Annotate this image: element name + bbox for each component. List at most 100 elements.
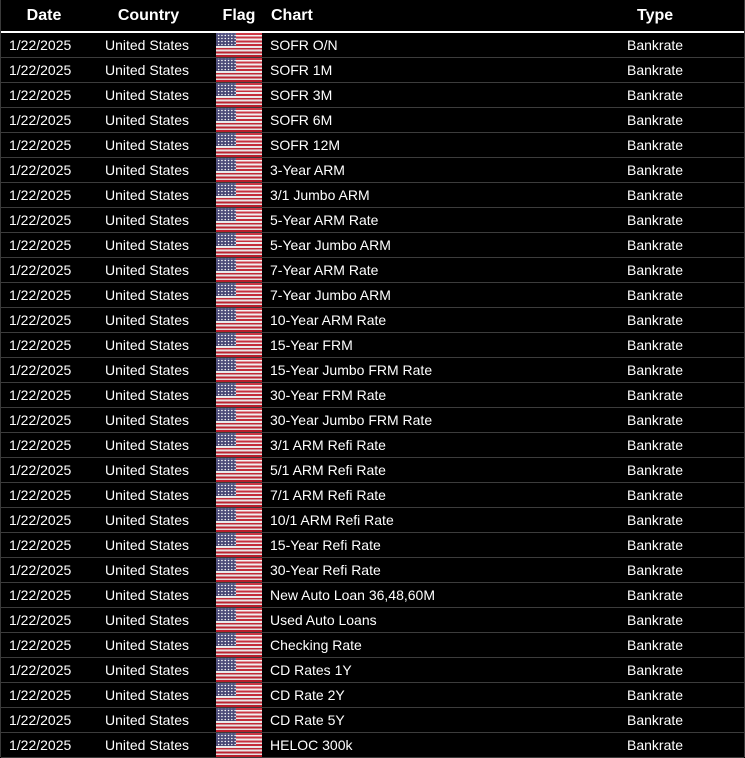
date-cell[interactable]: 1/22/2025 (9, 283, 99, 307)
table-row[interactable]: 1/22/2025 United States SOFR 3M Bankrate (1, 83, 744, 108)
date-cell[interactable]: 1/22/2025 (9, 358, 99, 382)
flag-cell[interactable] (215, 383, 263, 407)
country-cell[interactable]: United States (105, 433, 213, 457)
date-cell[interactable]: 1/22/2025 (9, 333, 99, 357)
table-row[interactable]: 1/22/2025 United States CD Rate 5Y Bankrate (1, 708, 744, 733)
flag-cell[interactable] (215, 158, 263, 182)
header-chart[interactable]: Chart (271, 0, 611, 31)
chart-name-cell[interactable]: SOFR 6M (270, 108, 610, 132)
date-cell[interactable]: 1/22/2025 (9, 508, 99, 532)
date-cell[interactable]: 1/22/2025 (9, 708, 99, 732)
table-row[interactable]: 1/22/2025 United States 30-Year Refi Rate B… (1, 558, 744, 583)
type-cell[interactable]: Bankrate (627, 708, 739, 732)
type-cell[interactable]: Bankrate (627, 383, 739, 407)
date-cell[interactable]: 1/22/2025 (9, 108, 99, 132)
table-row[interactable]: 1/22/2025 United States 30-Year Jumbo FRM … (1, 408, 744, 433)
table-row[interactable]: 1/22/2025 United States 15-Year Jumbo FRM … (1, 358, 744, 383)
country-cell[interactable]: United States (105, 283, 213, 307)
country-cell[interactable]: United States (105, 233, 213, 257)
flag-cell[interactable] (215, 658, 263, 682)
chart-name-cell[interactable]: SOFR 1M (270, 58, 610, 82)
date-cell[interactable]: 1/22/2025 (9, 133, 99, 157)
chart-name-cell[interactable]: 3/1 ARM Refi Rate (270, 433, 610, 457)
chart-name-cell[interactable]: 15-Year Jumbo FRM Rate (270, 358, 610, 382)
table-row[interactable]: 1/22/2025 United States 7/1 ARM Refi Rate B… (1, 483, 744, 508)
date-cell[interactable]: 1/22/2025 (9, 383, 99, 407)
header-country[interactable]: Country (101, 0, 196, 31)
chart-name-cell[interactable]: CD Rate 2Y (270, 683, 610, 707)
type-cell[interactable]: Bankrate (627, 333, 739, 357)
country-cell[interactable]: United States (105, 133, 213, 157)
table-row[interactable]: 1/22/2025 United States CD Rates 1Y Bankrat… (1, 658, 744, 683)
chart-name-cell[interactable]: 7/1 ARM Refi Rate (270, 483, 610, 507)
chart-name-cell[interactable]: 15-Year Refi Rate (270, 533, 610, 557)
table-row[interactable]: 1/22/2025 United States SOFR 12M Bankrate (1, 133, 744, 158)
country-cell[interactable]: United States (105, 408, 213, 432)
country-cell[interactable]: United States (105, 583, 213, 607)
country-cell[interactable]: United States (105, 258, 213, 282)
type-cell[interactable]: Bankrate (627, 508, 739, 532)
type-cell[interactable]: Bankrate (627, 733, 739, 757)
chart-name-cell[interactable]: 30-Year Refi Rate (270, 558, 610, 582)
country-cell[interactable]: United States (105, 358, 213, 382)
header-flag[interactable]: Flag (215, 0, 263, 31)
type-cell[interactable]: Bankrate (627, 433, 739, 457)
type-cell[interactable]: Bankrate (627, 283, 739, 307)
table-row[interactable]: 1/22/2025 United States 3/1 Jumbo ARM Bankr… (1, 183, 744, 208)
type-cell[interactable]: Bankrate (627, 583, 739, 607)
chart-name-cell[interactable]: 7-Year ARM Rate (270, 258, 610, 282)
flag-cell[interactable] (215, 533, 263, 557)
country-cell[interactable]: United States (105, 633, 213, 657)
chart-name-cell[interactable]: SOFR 3M (270, 83, 610, 107)
type-cell[interactable]: Bankrate (627, 108, 739, 132)
date-cell[interactable]: 1/22/2025 (9, 608, 99, 632)
chart-name-cell[interactable]: 3-Year ARM (270, 158, 610, 182)
type-cell[interactable]: Bankrate (627, 458, 739, 482)
date-cell[interactable]: 1/22/2025 (9, 408, 99, 432)
flag-cell[interactable] (215, 283, 263, 307)
country-cell[interactable]: United States (105, 458, 213, 482)
chart-name-cell[interactable]: SOFR O/N (270, 33, 610, 57)
type-cell[interactable]: Bankrate (627, 208, 739, 232)
type-cell[interactable]: Bankrate (627, 233, 739, 257)
date-cell[interactable]: 1/22/2025 (9, 533, 99, 557)
flag-cell[interactable] (215, 83, 263, 107)
chart-name-cell[interactable]: HELOC 300k (270, 733, 610, 757)
country-cell[interactable]: United States (105, 483, 213, 507)
type-cell[interactable]: Bankrate (627, 358, 739, 382)
country-cell[interactable]: United States (105, 533, 213, 557)
date-cell[interactable]: 1/22/2025 (9, 308, 99, 332)
chart-name-cell[interactable]: 10-Year ARM Rate (270, 308, 610, 332)
flag-cell[interactable] (215, 458, 263, 482)
flag-cell[interactable] (215, 433, 263, 457)
date-cell[interactable]: 1/22/2025 (9, 458, 99, 482)
country-cell[interactable]: United States (105, 83, 213, 107)
date-cell[interactable]: 1/22/2025 (9, 233, 99, 257)
chart-name-cell[interactable]: 30-Year FRM Rate (270, 383, 610, 407)
flag-cell[interactable] (215, 483, 263, 507)
type-cell[interactable]: Bankrate (627, 58, 739, 82)
date-cell[interactable]: 1/22/2025 (9, 483, 99, 507)
type-cell[interactable]: Bankrate (627, 133, 739, 157)
table-row[interactable]: 1/22/2025 United States 15-Year FRM Bankrat… (1, 333, 744, 358)
date-cell[interactable]: 1/22/2025 (9, 633, 99, 657)
table-row[interactable]: 1/22/2025 United States 5/1 ARM Refi Rate B… (1, 458, 744, 483)
country-cell[interactable]: United States (105, 683, 213, 707)
date-cell[interactable]: 1/22/2025 (9, 158, 99, 182)
flag-cell[interactable] (215, 358, 263, 382)
table-row[interactable]: 1/22/2025 United States 7-Year ARM Rate Ban… (1, 258, 744, 283)
flag-cell[interactable] (215, 508, 263, 532)
flag-cell[interactable] (215, 133, 263, 157)
chart-name-cell[interactable]: 7-Year Jumbo ARM (270, 283, 610, 307)
date-cell[interactable]: 1/22/2025 (9, 83, 99, 107)
table-row[interactable]: 1/22/2025 United States 3/1 ARM Refi Rate B… (1, 433, 744, 458)
chart-name-cell[interactable]: CD Rates 1Y (270, 658, 610, 682)
chart-name-cell[interactable]: New Auto Loan 36,48,60M (270, 583, 610, 607)
date-cell[interactable]: 1/22/2025 (9, 58, 99, 82)
country-cell[interactable]: United States (105, 383, 213, 407)
type-cell[interactable]: Bankrate (627, 408, 739, 432)
date-cell[interactable]: 1/22/2025 (9, 733, 99, 757)
flag-cell[interactable] (215, 108, 263, 132)
chart-name-cell[interactable]: CD Rate 5Y (270, 708, 610, 732)
chart-name-cell[interactable]: Checking Rate (270, 633, 610, 657)
